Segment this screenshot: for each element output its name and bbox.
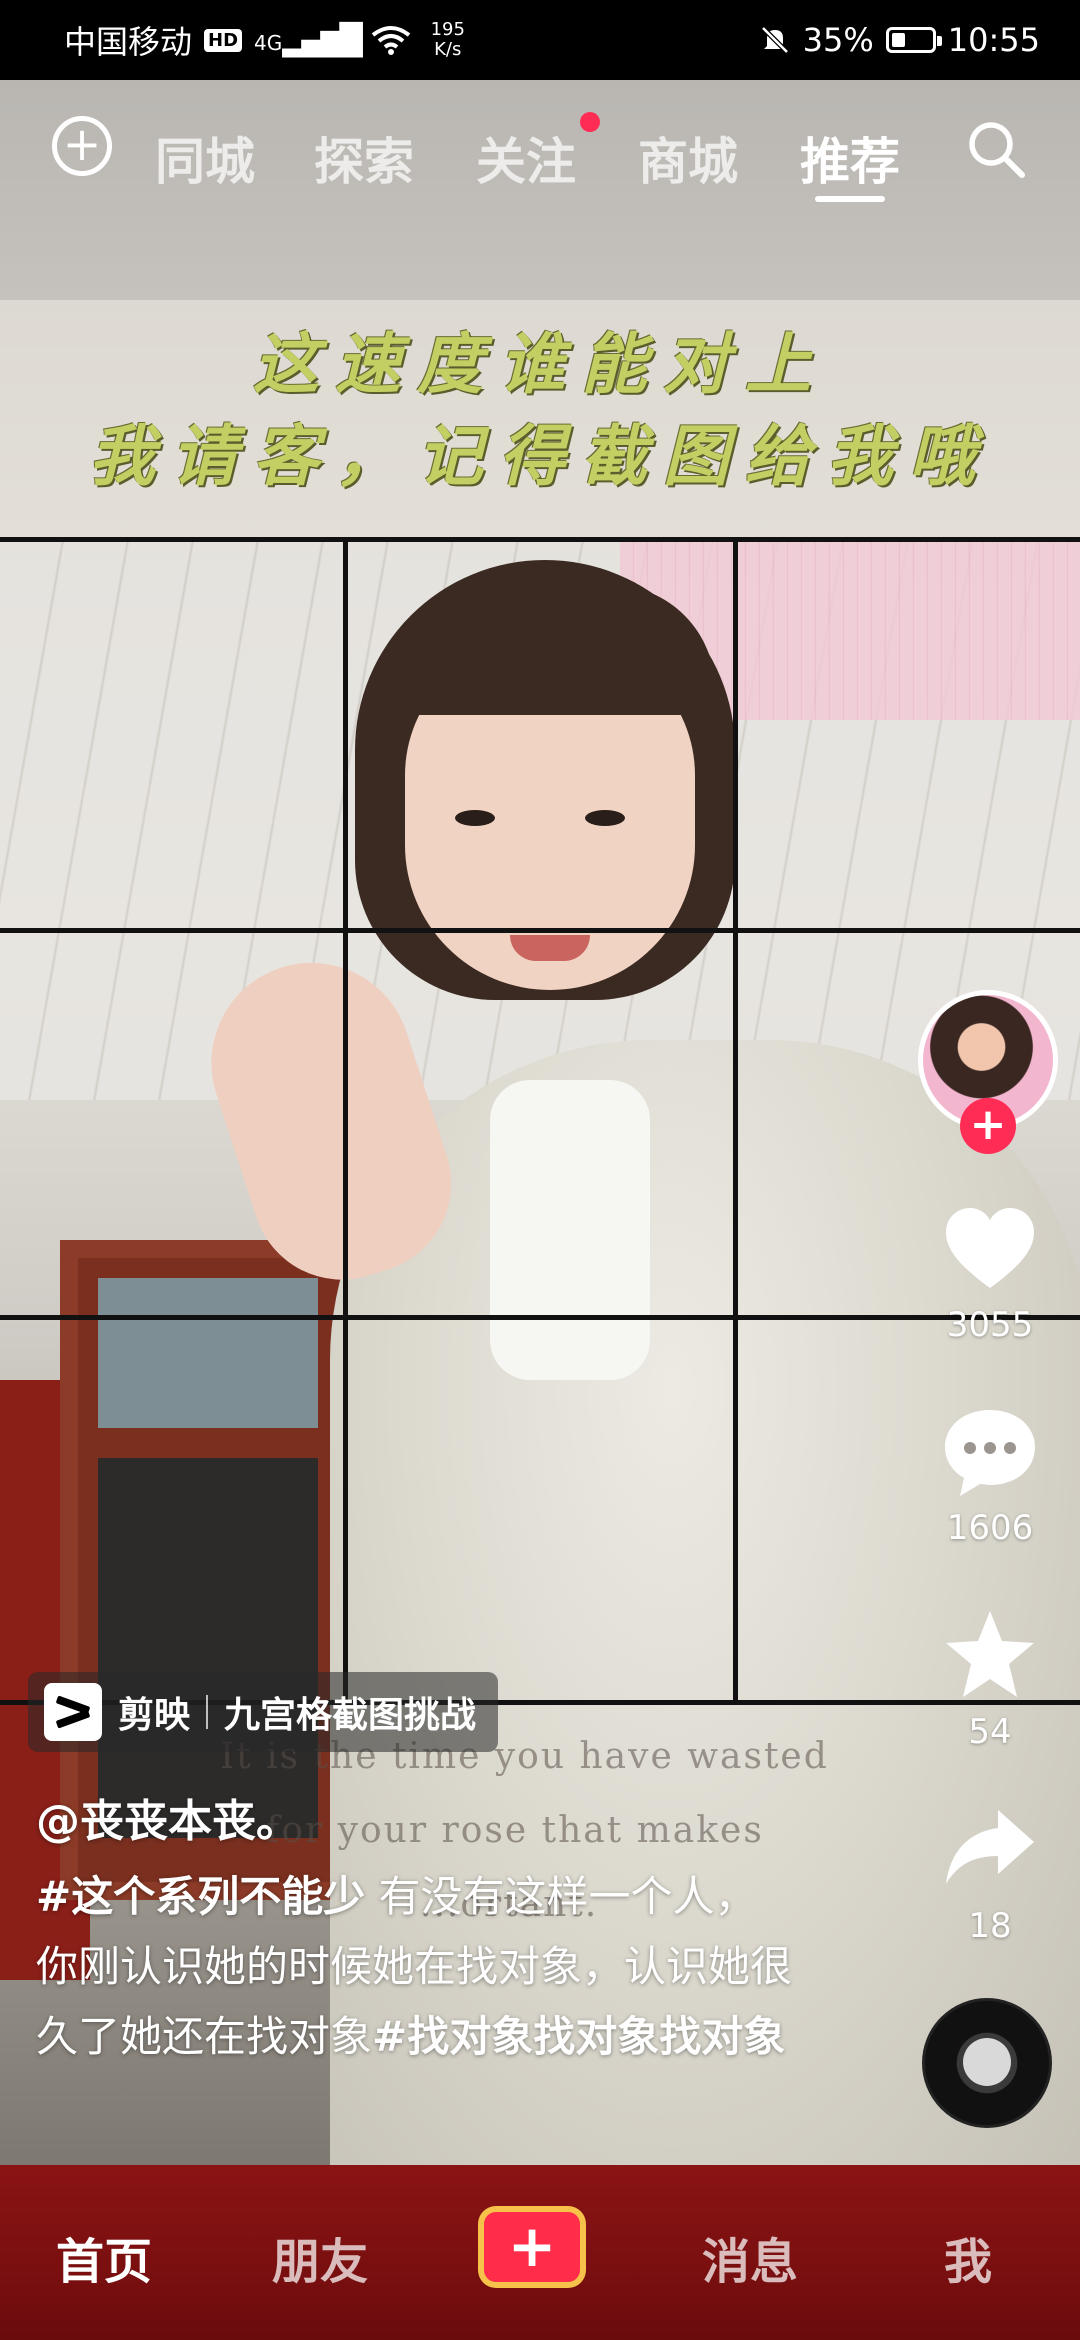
person-collar (490, 1080, 650, 1380)
add-icon[interactable]: + (52, 116, 112, 176)
comment-icon[interactable] (940, 1402, 1040, 1502)
like-count: 3055 (946, 1305, 1034, 1345)
video-caption-line1: 这速度谁能对上 (253, 325, 827, 403)
notification-dot (580, 112, 600, 132)
tab-nearby[interactable]: 同城 (155, 122, 255, 194)
mute-bell-icon (760, 26, 789, 54)
capcut-app-label: 剪映 (118, 1695, 191, 1736)
clock: 10:55 (947, 21, 1040, 59)
carrier-label: 中国移动 (64, 23, 193, 61)
like-heart-icon[interactable] (940, 1200, 1040, 1300)
status-bar: 中国移动 HD 4G▂▄▆█ 195 K/s 35% 10:55 (0, 0, 1080, 80)
battery-fill (891, 33, 905, 47)
person-eye-right (585, 810, 625, 826)
network-type-label: 4G (254, 30, 283, 55)
grid-line-top (0, 537, 1080, 542)
tab-mall[interactable]: 商城 (638, 122, 738, 194)
hd-badge: HD (204, 28, 243, 52)
capcut-logo-icon (44, 1683, 102, 1741)
english-line2: for your rose that makes (266, 1810, 764, 1851)
nav-me[interactable]: 我 (944, 2222, 992, 2292)
hashtag-series[interactable]: #这个系列不能少 (36, 1872, 365, 1921)
chip-separator (206, 1695, 209, 1729)
tab-recommend[interactable]: 推荐 (800, 122, 900, 194)
tab-following[interactable]: 关注 (476, 122, 576, 194)
nav-messages[interactable]: 消息 (702, 2222, 798, 2292)
grid-line-col1 (343, 540, 348, 1705)
share-arrow-icon[interactable] (940, 1800, 1040, 1900)
battery-icon (885, 27, 942, 53)
grid-line-col2 (733, 540, 738, 1705)
video-caption-line2: 我请客，记得截图给我哦 (89, 417, 991, 495)
capcut-template-chip[interactable]: 剪映 九宫格截图挑战 (28, 1672, 499, 1752)
nav-home[interactable]: 首页 (56, 2222, 152, 2292)
author-name[interactable]: @丧丧本丧。 (36, 1785, 300, 1849)
wifi-icon (371, 26, 410, 55)
tab-explore[interactable]: 探索 (314, 122, 414, 194)
net-speed-value: 195 (430, 19, 465, 40)
battery-percent: 35% (802, 21, 874, 59)
signal-icon: 4G▂▄▆█ (254, 22, 363, 58)
comment-count: 1606 (946, 1508, 1034, 1548)
music-disc-avatar (963, 2038, 1011, 2086)
follow-button[interactable]: + (960, 1098, 1016, 1154)
search-icon[interactable] (965, 118, 1027, 180)
net-speed-unit: K/s (434, 39, 462, 60)
favorite-star-icon[interactable] (940, 1605, 1040, 1705)
video-caption: 这速度谁能对上 我请客，记得截图给我哦 (0, 318, 1080, 502)
favorite-count: 54 (968, 1712, 1012, 1752)
active-tab-indicator (815, 196, 885, 202)
post-description: #这个系列不能少 有没有这样一个人，你刚认识她的时候她在找对象，认识她很久了她还… (36, 1862, 796, 2072)
grid-line-row1 (0, 928, 1080, 933)
nav-friends[interactable]: 朋友 (272, 2222, 368, 2292)
person-eye-left (455, 810, 495, 826)
create-button[interactable]: + (478, 2206, 586, 2288)
hashtag-find-partner[interactable]: #找对象找对象找对象 (372, 2012, 785, 2061)
plus-icon: + (484, 2212, 580, 2282)
template-name: 九宫格截图挑战 (224, 1695, 477, 1736)
net-speed: 195 K/s (431, 20, 465, 60)
share-count: 18 (968, 1906, 1012, 1946)
person-bangs (385, 585, 715, 715)
